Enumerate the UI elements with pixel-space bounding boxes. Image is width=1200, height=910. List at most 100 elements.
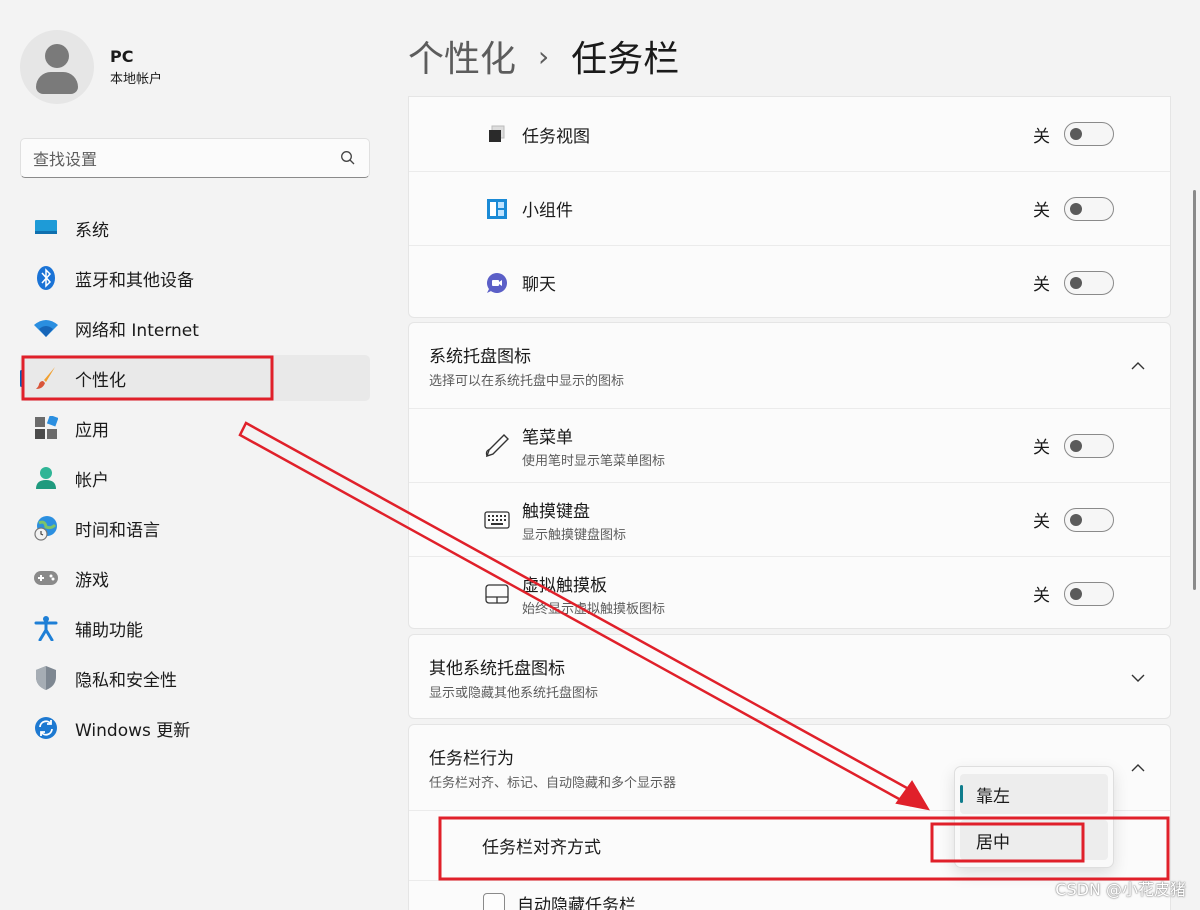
setting-subtitle: 使用笔时显示笔菜单图标 (522, 453, 666, 469)
globe-clock-icon (33, 515, 59, 541)
watermark: CSDN @小花皮猪 (1055, 880, 1186, 899)
toggle-state-label: 关 (1033, 512, 1050, 532)
toggle-state-label: 关 (1033, 438, 1050, 458)
chevron-up-icon[interactable] (1128, 758, 1148, 778)
tray-icons-header[interactable]: 系统托盘图标 选择可以在系统托盘中显示的图标 (409, 323, 1170, 408)
scrollbar[interactable] (1193, 190, 1196, 590)
setting-title: 任务视图 (522, 126, 590, 147)
sidebar-item-label: 系统 (75, 220, 109, 241)
alignment-option-left[interactable]: 靠左 (960, 774, 1108, 814)
setting-subtitle: 显示触摸键盘图标 (522, 527, 627, 543)
setting-title: 笔菜单 (522, 427, 573, 448)
sidebar-item-system[interactable]: 系统 (20, 205, 370, 251)
sidebar-nav: 系统 蓝牙和其他设备 网络和 Internet 个性化 应用 帐户 时间和语言 … (20, 205, 370, 755)
chevron-right-icon: › (538, 39, 550, 73)
setting-row-pen-menu: 笔菜单 使用笔时显示笔菜单图标 关 (409, 408, 1170, 482)
setting-row-task-view: 任务视图 关 (409, 97, 1170, 171)
wifi-icon (33, 315, 59, 341)
widgets-icon (483, 195, 511, 223)
sidebar-item-label: 网络和 Internet (75, 320, 199, 341)
sidebar-item-label: 帐户 (75, 470, 109, 491)
gamepad-icon (33, 565, 59, 591)
chat-toggle[interactable] (1064, 270, 1114, 295)
task-view-toggle[interactable] (1064, 122, 1114, 146)
sidebar-item-label: 时间和语言 (75, 520, 160, 541)
search-icon[interactable] (339, 149, 357, 167)
user-profile[interactable]: PC 本地帐户 (20, 30, 162, 104)
bluetooth-icon (33, 265, 59, 291)
sidebar-item-windows-update[interactable]: Windows 更新 (20, 705, 370, 751)
pen-icon (483, 432, 511, 460)
sidebar-item-label: 应用 (75, 420, 109, 441)
page-title: 任务栏 (571, 39, 680, 80)
touch-keyboard-toggle[interactable] (1064, 507, 1114, 532)
sidebar-item-personalization[interactable]: 个性化 (20, 355, 370, 401)
setting-title: 虚拟触摸板 (522, 575, 607, 596)
search-placeholder: 查找设置 (33, 150, 98, 169)
touchpad-icon (483, 580, 511, 608)
accessibility-icon (33, 615, 59, 641)
shield-icon (33, 665, 59, 691)
setting-row-widgets: 小组件 关 (409, 171, 1170, 245)
sidebar-item-label: 辅助功能 (75, 620, 143, 641)
chevron-down-icon[interactable] (1128, 668, 1148, 688)
setting-title: 触摸键盘 (522, 501, 590, 522)
toggle-state-label: 关 (1033, 275, 1050, 295)
taskbar-items-card: 任务视图 关 小组件 关 聊天 关 (408, 96, 1171, 318)
pen-menu-toggle[interactable] (1064, 433, 1114, 458)
person-icon (33, 465, 59, 491)
account-type: 本地帐户 (110, 72, 163, 87)
section-title: 其他系统托盘图标 (429, 659, 565, 679)
sidebar-item-network[interactable]: 网络和 Internet (20, 305, 370, 351)
alignment-dropdown[interactable]: 靠左 居中 (954, 766, 1114, 868)
toggle-state-label: 关 (1033, 126, 1050, 147)
chevron-up-icon[interactable] (1128, 356, 1148, 376)
sidebar-item-bluetooth[interactable]: 蓝牙和其他设备 (20, 255, 370, 301)
other-tray-header[interactable]: 其他系统托盘图标 显示或隐藏其他系统托盘图标 (409, 635, 1170, 720)
breadcrumb-parent[interactable]: 个性化 (408, 30, 516, 82)
keyboard-icon (483, 506, 511, 534)
widgets-toggle[interactable] (1064, 196, 1114, 221)
sidebar-item-accessibility[interactable]: 辅助功能 (20, 605, 370, 651)
section-subtitle: 显示或隐藏其他系统托盘图标 (429, 686, 599, 701)
setting-title: 小组件 (522, 201, 573, 221)
chat-icon (483, 269, 511, 297)
setting-title: 任务栏对齐方式 (482, 838, 601, 858)
apps-icon (33, 415, 59, 441)
other-tray-icons-card[interactable]: 其他系统托盘图标 显示或隐藏其他系统托盘图标 (408, 634, 1171, 719)
section-subtitle: 选择可以在系统托盘中显示的图标 (429, 374, 625, 389)
autohide-checkbox[interactable] (483, 893, 505, 910)
search-input[interactable]: 查找设置 (20, 138, 370, 178)
update-icon (33, 715, 59, 741)
section-title: 任务栏行为 (429, 749, 514, 769)
sidebar-item-privacy[interactable]: 隐私和安全性 (20, 655, 370, 701)
sidebar-item-label: 隐私和安全性 (75, 670, 177, 691)
sidebar-item-apps[interactable]: 应用 (20, 405, 370, 451)
sidebar: PC 本地帐户 查找设置 系统 蓝牙和其他设备 网络和 Internet 个性化… (0, 0, 390, 910)
setting-row-chat: 聊天 关 (409, 245, 1170, 319)
sidebar-item-label: 游戏 (75, 570, 109, 591)
setting-row-touchpad: 虚拟触摸板 始终显示虚拟触摸板图标 关 (409, 556, 1170, 630)
avatar[interactable] (20, 30, 94, 104)
monitor-icon (33, 215, 59, 241)
task-view-icon (483, 120, 511, 148)
section-subtitle: 任务栏对齐、标记、自动隐藏和多个显示器 (429, 776, 677, 791)
breadcrumb: 个性化 › 任务栏 (408, 30, 679, 82)
sidebar-item-label: Windows 更新 (75, 720, 191, 741)
brush-icon (33, 365, 59, 391)
sidebar-item-label: 蓝牙和其他设备 (75, 270, 194, 291)
sidebar-item-label: 个性化 (75, 370, 126, 391)
alignment-option-center[interactable]: 居中 (960, 820, 1108, 860)
setting-subtitle: 始终显示虚拟触摸板图标 (522, 601, 666, 617)
sidebar-item-accounts[interactable]: 帐户 (20, 455, 370, 501)
toggle-state-label: 关 (1033, 586, 1050, 606)
tray-icons-card: 系统托盘图标 选择可以在系统托盘中显示的图标 笔菜单 使用笔时显示笔菜单图标 关… (408, 322, 1171, 629)
touchpad-toggle[interactable] (1064, 581, 1114, 606)
setting-row-touch-keyboard: 触摸键盘 显示触摸键盘图标 关 (409, 482, 1170, 556)
sidebar-item-gaming[interactable]: 游戏 (20, 555, 370, 601)
setting-title: 聊天 (522, 275, 556, 295)
sidebar-item-time-language[interactable]: 时间和语言 (20, 505, 370, 551)
section-title: 系统托盘图标 (429, 347, 531, 367)
setting-title: 自动隐藏任务栏 (517, 896, 636, 910)
toggle-state-label: 关 (1033, 201, 1050, 221)
